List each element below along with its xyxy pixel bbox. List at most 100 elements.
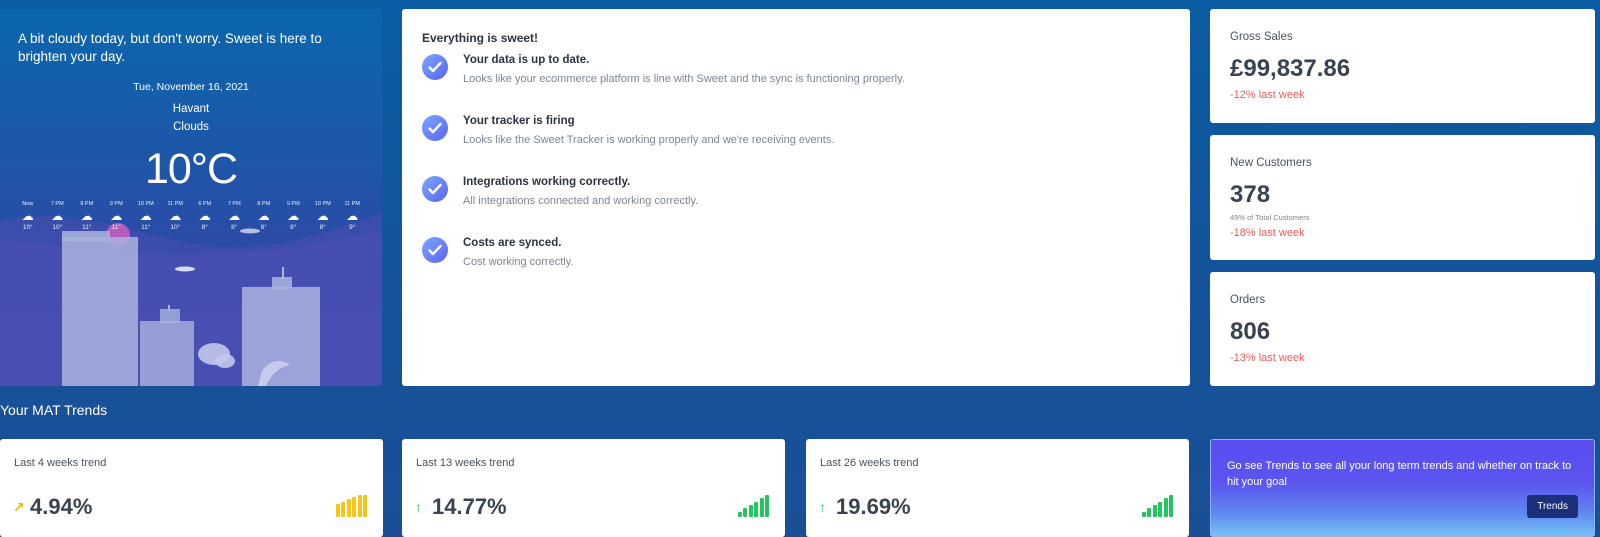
check-circle-icon bbox=[422, 237, 448, 263]
hourly-temp: 10° bbox=[22, 224, 33, 231]
signal-bar bbox=[1163, 498, 1168, 517]
kpi-label: Gross Sales bbox=[1230, 31, 1293, 43]
cloud-icon: ☁ bbox=[51, 209, 64, 223]
signal-bar bbox=[1152, 504, 1157, 517]
trends-promo-card: Go see Trends to see all your long term … bbox=[1210, 439, 1595, 537]
kpi-gross-sales[interactable]: Gross Sales £99,837.86 -12% last week bbox=[1210, 9, 1595, 123]
kpi-subtext: 49% of Total Customers bbox=[1230, 213, 1310, 222]
promo-text: Go see Trends to see all your long term … bbox=[1227, 460, 1572, 488]
cloud-icon: ☁ bbox=[139, 209, 152, 223]
cloud-icon: ☁ bbox=[287, 209, 300, 223]
weather-temperature: 10°C bbox=[144, 145, 238, 193]
hourly-item: 11 PM ☁ 9° bbox=[338, 201, 368, 231]
hourly-temp: 8° bbox=[231, 224, 238, 231]
status-item-title: Your tracker is firing bbox=[463, 115, 575, 127]
hourly-time: 8 PM bbox=[80, 201, 94, 207]
hourly-temp: 11° bbox=[141, 224, 151, 231]
hourly-temp: 8° bbox=[201, 224, 208, 231]
signal-bar bbox=[341, 501, 345, 517]
status-card: Everything is sweet! Your data is up to … bbox=[402, 9, 1190, 386]
status-item-tracker: Your tracker is firing Looks like the Sw… bbox=[422, 115, 1162, 159]
hourly-time: Now bbox=[22, 201, 34, 207]
cloud-icon: ☁ bbox=[80, 209, 93, 223]
hourly-item: 8 PM ☁ 11° bbox=[72, 201, 102, 231]
hourly-time: 11 PM bbox=[167, 201, 184, 207]
check-circle-icon bbox=[422, 115, 448, 141]
hourly-time: 8 PM bbox=[257, 201, 271, 207]
signal-bar bbox=[352, 497, 356, 517]
hourly-item: 8 PM ☁ 8° bbox=[249, 201, 279, 231]
hourly-item: Now ☁ 10° bbox=[13, 201, 43, 231]
hourly-temp: 11° bbox=[111, 224, 121, 231]
hourly-item: 6 PM ☁ 8° bbox=[190, 201, 220, 231]
kpi-label: New Customers bbox=[1230, 157, 1312, 169]
kpi-value: 806 bbox=[1230, 318, 1271, 345]
kpi-change: -12% last week bbox=[1230, 89, 1305, 101]
signal-bar bbox=[1158, 501, 1162, 517]
kpi-new-customers[interactable]: New Customers 378 49% of Total Customers… bbox=[1210, 135, 1595, 260]
cloud-icon: ☁ bbox=[169, 209, 182, 223]
signal-bar bbox=[765, 495, 769, 517]
trends-button[interactable]: Trends bbox=[1527, 495, 1578, 518]
signal-bar bbox=[748, 504, 753, 517]
weather-panel: A bit cloudy today, but don't worry. Swe… bbox=[0, 9, 382, 386]
cloud-icon: ☁ bbox=[228, 209, 241, 223]
hourly-temp: 10° bbox=[170, 224, 181, 231]
section-title: Your MAT Trends bbox=[0, 402, 108, 418]
kpi-change: -13% last week bbox=[1230, 352, 1305, 364]
trend-value: 19.69% bbox=[836, 494, 911, 519]
kpi-label: Orders bbox=[1230, 294, 1266, 306]
hourly-time: 9 PM bbox=[109, 201, 123, 207]
signal-bar bbox=[1147, 508, 1151, 517]
status-item-data: Your data is up to date. Looks like your… bbox=[422, 54, 1162, 98]
signal-bar bbox=[335, 503, 340, 517]
cloud-icon: ☁ bbox=[257, 209, 270, 223]
status-item-title: Costs are synced. bbox=[463, 237, 562, 249]
hourly-temp: 10° bbox=[52, 224, 63, 231]
hourly-item: 7 PM ☁ 10° bbox=[43, 201, 73, 231]
cloud-icon: ☁ bbox=[316, 209, 329, 223]
check-circle-icon bbox=[422, 176, 448, 202]
status-title: Everything is sweet! bbox=[422, 31, 539, 45]
hourly-temp: 8° bbox=[319, 224, 326, 231]
signal-bar bbox=[346, 499, 351, 517]
weather-city: Havant bbox=[172, 103, 210, 115]
hourly-time: 7 PM bbox=[227, 201, 241, 207]
status-item-title: Integrations working correctly. bbox=[463, 176, 631, 188]
signal-bar bbox=[363, 495, 367, 517]
signal-bar bbox=[759, 498, 764, 517]
signal-bars-icon bbox=[736, 495, 769, 517]
trend-card-13-weeks[interactable]: Last 13 weeks trend ↑ 14.77% bbox=[402, 439, 785, 537]
cloud-icon: ☁ bbox=[110, 209, 123, 223]
hourly-item: 10 PM ☁ 8° bbox=[308, 201, 338, 231]
weather-condition: Clouds bbox=[173, 121, 209, 133]
hourly-time: 10 PM bbox=[314, 201, 331, 207]
trend-card-26-weeks[interactable]: Last 26 weeks trend ↑ 19.69% bbox=[806, 439, 1189, 537]
status-item-title: Your data is up to date. bbox=[463, 54, 590, 66]
status-item-description: All integrations connected and working c… bbox=[463, 195, 699, 207]
hourly-item: 9 PM ☁ 11° bbox=[102, 201, 132, 231]
hourly-item: 10 PM ☁ 11° bbox=[131, 201, 161, 231]
hourly-time: 6 PM bbox=[198, 201, 212, 207]
hourly-temp: 8° bbox=[290, 224, 297, 231]
kpi-orders[interactable]: Orders 806 -13% last week bbox=[1210, 272, 1595, 386]
signal-bars-icon bbox=[1140, 495, 1173, 517]
hourly-time: 7 PM bbox=[50, 201, 64, 207]
signal-bar bbox=[737, 511, 742, 517]
hourly-item: 7 PM ☁ 8° bbox=[220, 201, 250, 231]
check-circle-icon bbox=[422, 54, 448, 80]
hourly-forecast: Now ☁ 10° 7 PM ☁ 10° 8 PM ☁ 11° 9 PM ☁ 11° 10 PM ☁ 11°… bbox=[13, 201, 367, 231]
trend-value: 14.77% bbox=[432, 494, 507, 519]
weather-message: A bit cloudy today, but don't worry. Swe… bbox=[18, 31, 322, 64]
hourly-time: 11 PM bbox=[344, 201, 361, 207]
signal-bar bbox=[357, 495, 362, 517]
status-item-costs: Costs are synced. Cost working correctly… bbox=[422, 237, 1162, 281]
cloud-icon: ☁ bbox=[346, 209, 359, 223]
kpi-value: 378 bbox=[1230, 181, 1271, 208]
trend-card-4-weeks[interactable]: Last 4 weeks trend ↗ 4.94% bbox=[0, 439, 383, 537]
kpi-change: -18% last week bbox=[1230, 227, 1305, 239]
weather-date: Tue, November 16, 2021 bbox=[133, 81, 249, 93]
trend-arrow-icon: ↑ bbox=[819, 499, 826, 515]
hourly-item: 9 PM ☁ 8° bbox=[279, 201, 309, 231]
signal-bars-icon bbox=[334, 495, 367, 517]
